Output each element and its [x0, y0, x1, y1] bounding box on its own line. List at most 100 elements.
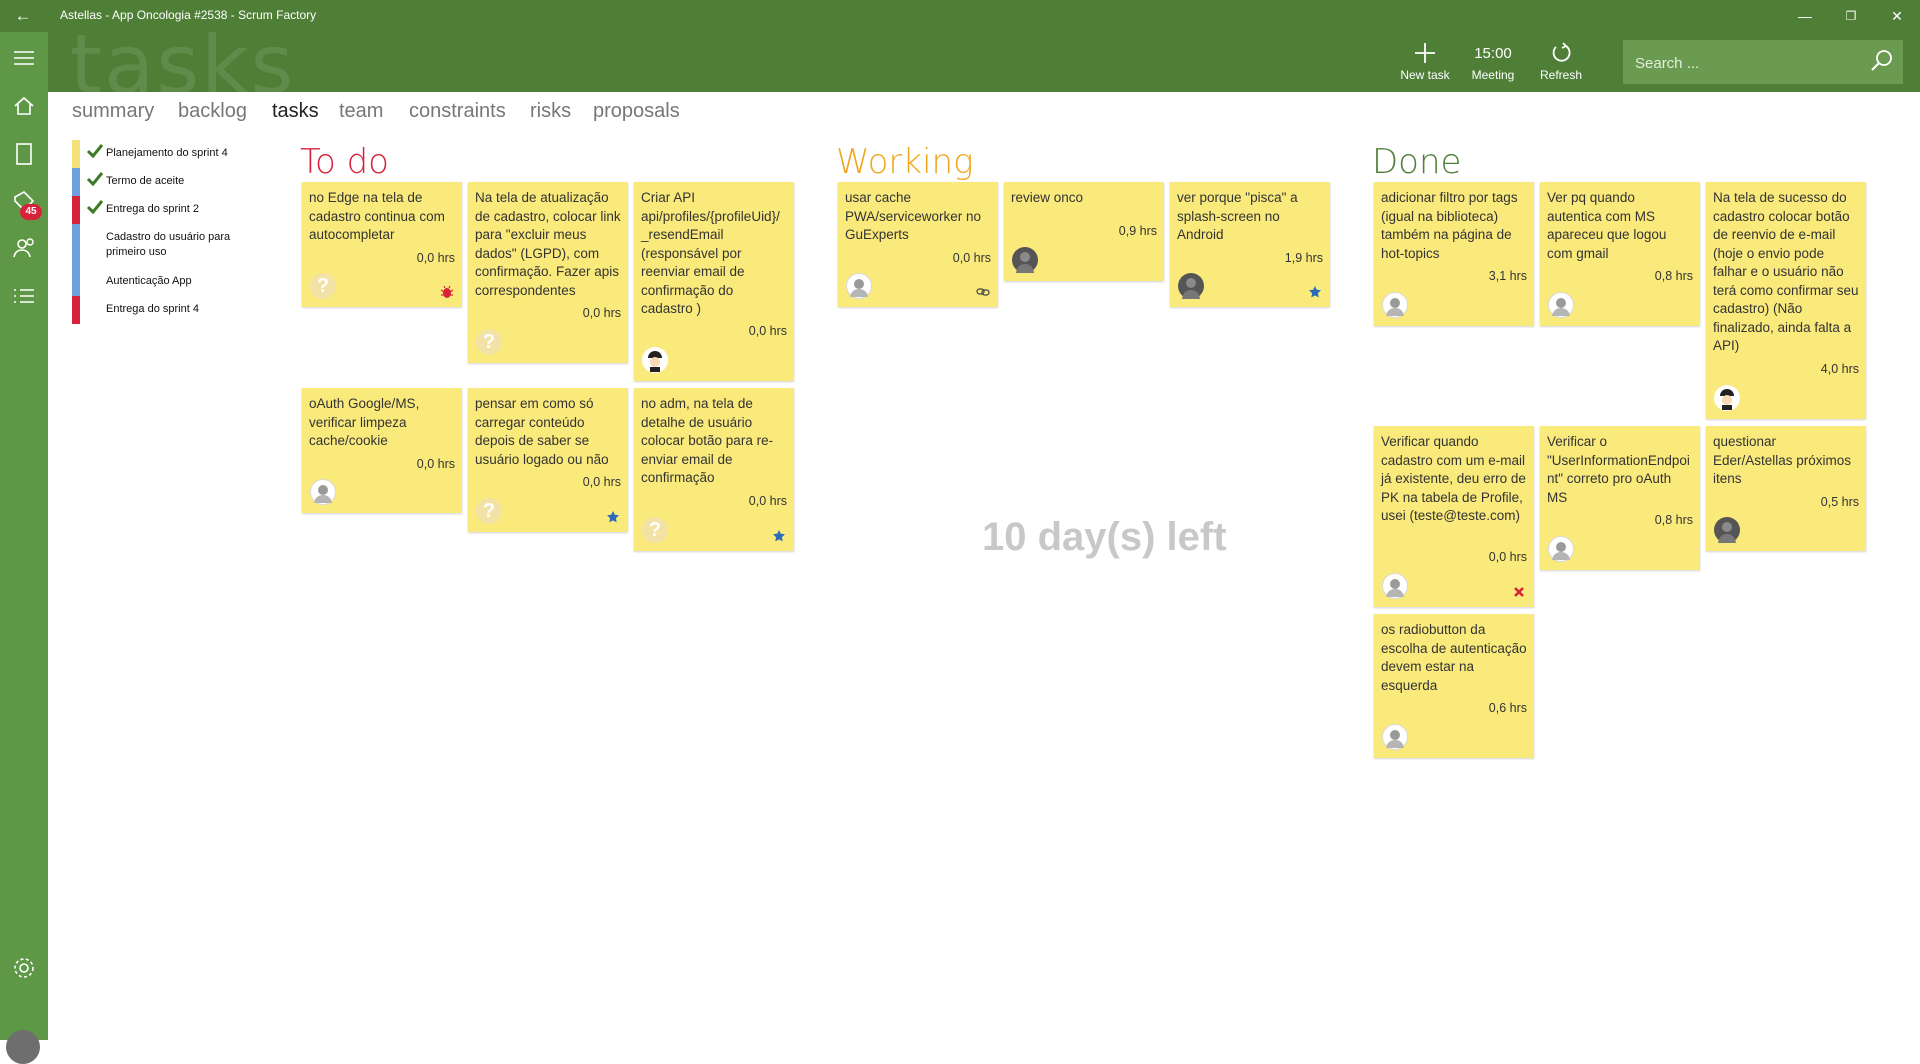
cartoon-avatar-icon[interactable] — [642, 347, 668, 373]
user-avatar-icon[interactable] — [1548, 536, 1574, 562]
unassigned-avatar-icon[interactable]: ? — [642, 517, 668, 543]
meeting-label: Meeting — [1471, 68, 1515, 82]
refresh-button[interactable]: Refresh — [1529, 42, 1593, 90]
task-hours: 1,9 hrs — [1284, 251, 1323, 265]
task-text: no adm, na tela de detalhe de usuário co… — [641, 396, 774, 485]
user-avatar-icon[interactable] — [1714, 517, 1740, 543]
backlog-item[interactable]: Entrega do sprint 2 — [72, 196, 262, 224]
home-icon[interactable] — [10, 92, 38, 120]
task-card[interactable]: Verificar quando cadastro com um e-mail … — [1374, 426, 1534, 607]
backlog-item-label: Cadastro do usuário para primeiro uso — [106, 231, 231, 258]
backlog-item-label: Entrega do sprint 4 — [106, 303, 199, 315]
search-input[interactable] — [1633, 50, 1857, 76]
task-card[interactable]: Ver pq quando autentica com MS apareceu … — [1540, 182, 1700, 326]
task-hours: 0,5 hrs — [1820, 495, 1859, 509]
team-icon[interactable] — [10, 234, 38, 262]
close-icon[interactable]: ✕ — [1874, 0, 1920, 32]
meeting-time: 15:00 — [1474, 45, 1512, 62]
days-left-label: 10 day(s) left — [982, 515, 1227, 559]
unassigned-avatar-icon[interactable]: ? — [476, 329, 502, 355]
task-hours: 0,0 hrs — [748, 324, 787, 338]
task-hours: 0,0 hrs — [952, 251, 991, 265]
minimize-icon[interactable]: — — [1782, 0, 1828, 32]
backlog-item-label: Entrega do sprint 2 — [106, 203, 199, 215]
backlog-item[interactable]: Entrega do sprint 4 — [72, 296, 262, 324]
user-avatar-icon[interactable] — [1382, 573, 1408, 599]
task-card[interactable]: Na tela de sucesso do cadastro colocar b… — [1706, 182, 1866, 419]
user-avatar-icon[interactable] — [1382, 292, 1408, 318]
task-text: Na tela de atualização de cadastro, colo… — [475, 190, 621, 298]
tab-constraints[interactable]: constraints — [409, 100, 506, 123]
tab-proposals[interactable]: proposals — [593, 100, 680, 123]
user-avatar-icon[interactable] — [1382, 724, 1408, 750]
tab-risks[interactable]: risks — [530, 100, 571, 123]
user-avatar-icon[interactable] — [846, 273, 872, 299]
tab-summary[interactable]: summary — [72, 100, 154, 123]
backlog-item[interactable]: Termo de aceite — [72, 168, 262, 196]
task-card[interactable]: os radiobutton da escolha de autenticaçã… — [1374, 614, 1534, 758]
task-hours: 0,8 hrs — [1654, 269, 1693, 283]
task-text: Verificar o "UserInformationEndpoint" co… — [1547, 434, 1690, 505]
left-nav-rail: 45 — [0, 32, 48, 1064]
task-card[interactable]: questionar Eder/Astellas próximos itens … — [1706, 426, 1866, 551]
task-card[interactable]: adicionar filtro por tags (igual na bibl… — [1374, 182, 1534, 326]
backlog-item[interactable]: Cadastro do usuário para primeiro uso — [72, 224, 262, 268]
column-header-working: Working — [836, 142, 974, 182]
task-hours: 0,0 hrs — [416, 457, 455, 471]
user-avatar-icon[interactable] — [1012, 247, 1038, 273]
tab-tasks[interactable]: tasks — [272, 100, 319, 123]
user-avatar[interactable] — [6, 1030, 40, 1064]
task-card[interactable]: oAuth Google/MS, verificar limpeza cache… — [302, 388, 462, 513]
task-text: questionar Eder/Astellas próximos itens — [1713, 434, 1852, 486]
backlog-item-label: Autenticação App — [106, 275, 192, 287]
user-avatar-icon[interactable] — [1548, 292, 1574, 318]
item-color-bar — [72, 140, 80, 168]
task-text: review onco — [1011, 190, 1084, 205]
restore-icon[interactable]: ❐ — [1828, 0, 1874, 32]
user-avatar-icon[interactable] — [1178, 273, 1204, 299]
task-card[interactable]: pensar em como só carregar conteúdo depo… — [468, 388, 628, 532]
back-arrow-icon[interactable]: ← — [12, 6, 34, 26]
user-avatar-icon[interactable] — [310, 479, 336, 505]
check-icon — [86, 200, 104, 215]
task-card[interactable]: Criar API api/profiles/{profileUid}/_res… — [634, 182, 794, 381]
new-task-button[interactable]: New task — [1393, 42, 1457, 90]
task-card[interactable]: no adm, na tela de detalhe de usuário co… — [634, 388, 794, 551]
task-list-icon[interactable] — [10, 282, 38, 310]
backlog-item[interactable]: Planejamento do sprint 4 — [72, 140, 262, 168]
task-card[interactable]: review onco 0,9 hrs — [1004, 182, 1164, 281]
search-box[interactable] — [1623, 40, 1903, 84]
task-card[interactable]: ver porque "pisca" a splash-screen no An… — [1170, 182, 1330, 307]
app-header: tasks New task 15:00 Meeting Refresh — [48, 32, 1920, 92]
hamburger-menu-icon[interactable] — [10, 44, 38, 72]
tab-backlog[interactable]: backlog — [178, 100, 247, 123]
task-hours: 0,6 hrs — [1488, 701, 1527, 715]
task-hours: 0,8 hrs — [1654, 513, 1693, 527]
task-hours: 0,0 hrs — [748, 494, 787, 508]
task-card[interactable]: Verificar o "UserInformationEndpoint" co… — [1540, 426, 1700, 570]
search-icon[interactable] — [1869, 48, 1895, 74]
tablet-icon[interactable] — [10, 140, 38, 168]
task-card[interactable]: usar cache PWA/serviceworker no GuExpert… — [838, 182, 998, 307]
column-header-done: Done — [1372, 142, 1462, 182]
item-color-bar — [72, 224, 80, 268]
settings-gear-icon[interactable] — [10, 954, 38, 982]
task-text: usar cache PWA/serviceworker no GuExpert… — [845, 190, 982, 242]
task-hours: 0,0 hrs — [582, 475, 621, 489]
unassigned-avatar-icon[interactable]: ? — [476, 498, 502, 524]
tab-team[interactable]: team — [339, 100, 383, 123]
task-card[interactable]: no Edge na tela de cadastro continua com… — [302, 182, 462, 307]
title-bar: ← Astellas - App Oncologia #2538 - Scrum… — [0, 0, 1920, 32]
page-watermark-title: tasks — [70, 32, 296, 92]
cartoon-avatar-icon[interactable] — [1714, 385, 1740, 411]
backlog-item[interactable]: Autenticação App — [72, 268, 262, 296]
new-task-label: New task — [1400, 68, 1450, 82]
task-hours: 0,0 hrs — [582, 306, 621, 320]
check-icon — [86, 144, 104, 159]
bug-icon — [440, 285, 454, 298]
star-icon — [1309, 286, 1321, 298]
refresh-icon — [1529, 42, 1593, 66]
task-card[interactable]: Na tela de atualização de cadastro, colo… — [468, 182, 628, 363]
meeting-button[interactable]: 15:00 Meeting — [1461, 42, 1525, 90]
unassigned-avatar-icon[interactable]: ? — [310, 273, 336, 299]
